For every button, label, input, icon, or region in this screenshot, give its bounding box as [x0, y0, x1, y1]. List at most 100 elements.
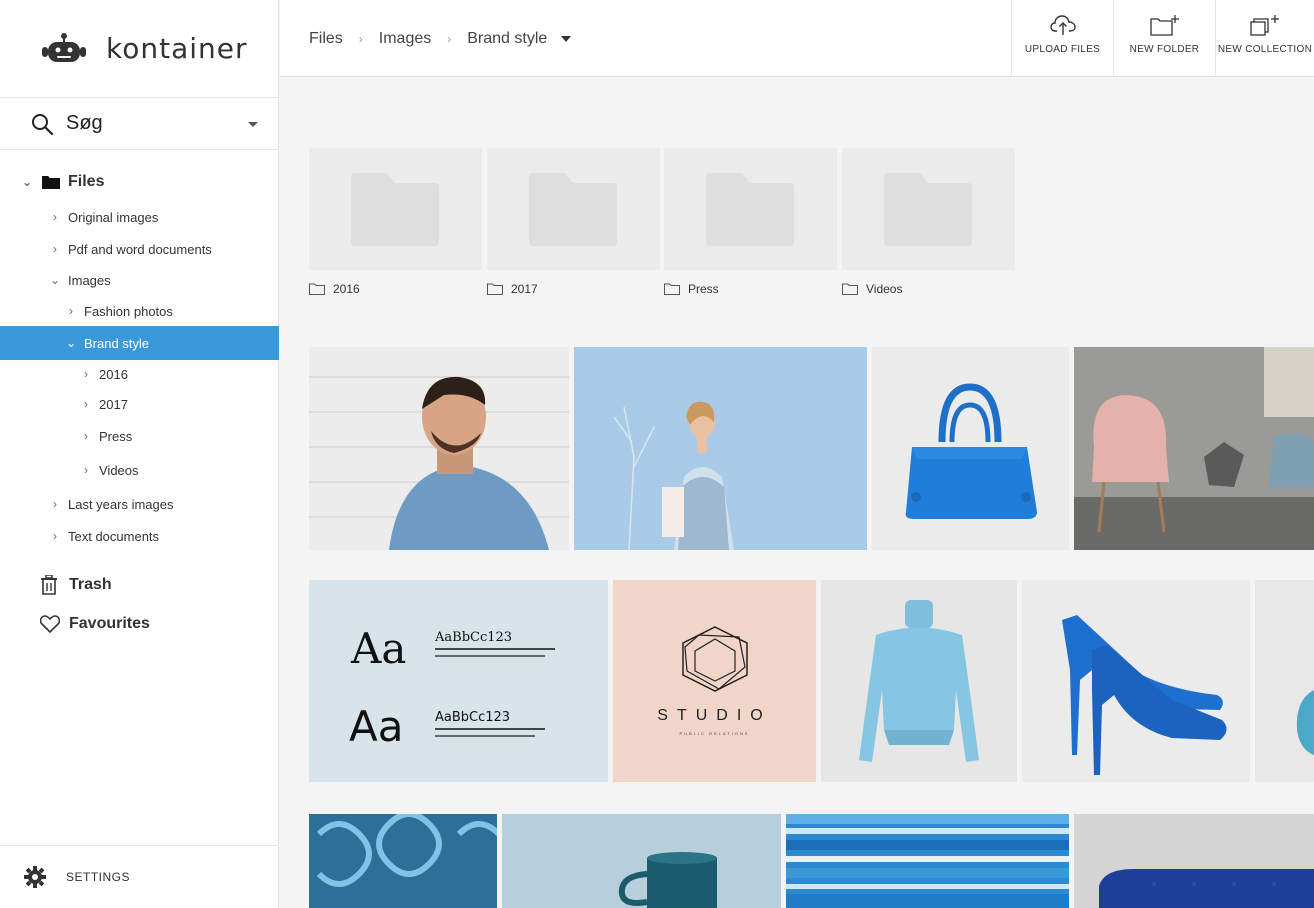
- folder-icon: [42, 176, 60, 189]
- caret-down-icon[interactable]: [248, 122, 258, 127]
- woman-photo: [574, 347, 867, 550]
- vase-photo: [1296, 690, 1314, 755]
- folder-label-press[interactable]: Press: [664, 282, 719, 296]
- sweater-photo: [859, 600, 979, 762]
- tree-item-label: Brand style: [84, 335, 150, 351]
- man-photo: [309, 376, 569, 550]
- tree-item-label: Fashion photos: [84, 303, 173, 319]
- folder-icon: [351, 173, 439, 246]
- tree-item-videos[interactable]: › Videos: [0, 453, 279, 487]
- image-woman-blue-wall[interactable]: [574, 347, 867, 550]
- tree-item-label: Press: [99, 428, 133, 444]
- image-blue-heels[interactable]: [1022, 580, 1250, 782]
- breadcrumb-files[interactable]: Files: [309, 30, 343, 48]
- typography-sample-sans: AaBbCc123: [435, 710, 511, 725]
- upload-files-label: UPLOAD FILES: [1024, 44, 1101, 55]
- image-man-smiling[interactable]: [309, 347, 569, 550]
- tree-item-2017[interactable]: › 2017: [0, 387, 279, 421]
- search-icon: [32, 113, 54, 135]
- tree-item-2016[interactable]: › 2016: [0, 357, 279, 391]
- image-blue-sweater[interactable]: [821, 580, 1017, 782]
- robot-logo-icon: [42, 32, 86, 62]
- studio-subtitle: PUBLIC RELATIONS: [679, 731, 750, 736]
- folder-label-videos[interactable]: Videos: [842, 282, 902, 296]
- typography-line: [435, 648, 555, 650]
- gear-icon: [24, 866, 46, 888]
- caret-down-icon[interactable]: [561, 36, 572, 42]
- typography-big-sans: Aa: [349, 702, 404, 751]
- tree-item-original-images[interactable]: › Original images: [0, 200, 279, 234]
- breadcrumb-brand-style[interactable]: Brand style: [467, 30, 547, 48]
- tree-item-label: Images: [68, 272, 111, 288]
- image-striped-fabric[interactable]: [786, 814, 1069, 908]
- folder-card-videos[interactable]: [842, 148, 1015, 270]
- folder-label-2017[interactable]: 2017: [487, 282, 538, 296]
- image-blue-handbag[interactable]: [872, 347, 1069, 550]
- favourites-link[interactable]: Favourites: [40, 615, 150, 633]
- image-blue-tiles[interactable]: [309, 814, 497, 908]
- chevron-right-icon[interactable]: ›: [50, 210, 60, 224]
- breadcrumb: Files › Images › Brand style: [309, 30, 572, 48]
- folder-plus-icon: [1149, 15, 1179, 36]
- new-collection-button[interactable]: NEW COLLECTION: [1215, 0, 1314, 76]
- trash-icon: [41, 575, 57, 595]
- chevron-right-icon: ›: [358, 32, 363, 46]
- trash-link[interactable]: Trash: [40, 575, 112, 595]
- image-studio-logo[interactable]: STUDIO PUBLIC RELATIONS: [613, 580, 816, 782]
- typography-line: [435, 735, 535, 737]
- image-blue-sofa[interactable]: [1074, 814, 1314, 908]
- tree-item-brand-style[interactable]: ⌄ Brand style: [0, 326, 279, 360]
- chevron-right-icon[interactable]: ›: [50, 497, 60, 511]
- studio-title: STUDIO: [657, 707, 772, 724]
- tree-root-files[interactable]: ⌄ Files: [0, 165, 279, 199]
- chevron-right-icon[interactable]: ›: [81, 397, 91, 411]
- image-mug[interactable]: [502, 814, 781, 908]
- folder-name: Videos: [866, 282, 903, 296]
- tree-item-fashion-photos[interactable]: › Fashion photos: [0, 294, 279, 328]
- chevron-right-icon: ›: [447, 32, 452, 46]
- new-collection-label: NEW COLLECTION: [1217, 44, 1313, 55]
- logo-text: kontainer: [106, 32, 248, 65]
- folder-name: 2016: [333, 282, 360, 296]
- chevron-right-icon[interactable]: ›: [66, 304, 76, 318]
- image-chairs[interactable]: [1074, 347, 1314, 550]
- folder-outline-icon: [487, 283, 503, 295]
- upload-files-button[interactable]: UPLOAD FILES: [1011, 0, 1113, 76]
- settings-button[interactable]: SETTINGS: [0, 845, 279, 908]
- tree-item-label: 2016: [99, 366, 128, 382]
- chevron-right-icon[interactable]: ›: [50, 529, 60, 543]
- new-folder-label: NEW FOLDER: [1129, 44, 1200, 55]
- chevron-right-icon[interactable]: ›: [50, 242, 60, 256]
- fabric-photo: [786, 814, 1069, 908]
- folder-card-2017[interactable]: [487, 148, 660, 270]
- handbag-photo: [905, 383, 1037, 519]
- sofa-photo: [1099, 869, 1314, 908]
- tree-item-press[interactable]: › Press: [0, 419, 279, 453]
- folder-name: Press: [688, 282, 719, 296]
- image-blue-vase[interactable]: [1255, 580, 1314, 782]
- chevron-right-icon[interactable]: ›: [81, 463, 91, 477]
- search-dropdown[interactable]: Søg: [0, 98, 278, 150]
- tree-item-last-years-images[interactable]: › Last years images: [0, 487, 279, 521]
- folder-icon: [884, 173, 972, 246]
- chevron-down-icon[interactable]: ⌄: [66, 336, 76, 350]
- tree-root-label: Files: [68, 173, 105, 190]
- chevron-right-icon[interactable]: ›: [81, 429, 91, 443]
- folder-label-2016[interactable]: 2016: [309, 282, 360, 296]
- tree-item-text-documents[interactable]: › Text documents: [0, 519, 279, 553]
- logo[interactable]: kontainer: [0, 0, 278, 98]
- folder-card-2016[interactable]: [309, 148, 482, 270]
- new-folder-button[interactable]: NEW FOLDER: [1113, 0, 1215, 76]
- folder-card-press[interactable]: [664, 148, 837, 270]
- breadcrumb-images[interactable]: Images: [379, 30, 431, 48]
- tree-item-images[interactable]: ⌄ Images: [0, 263, 279, 297]
- folder-name: 2017: [511, 282, 538, 296]
- image-typography[interactable]: Aa AaBbCc123 Aa AaBbCc123: [309, 580, 608, 782]
- chevron-right-icon[interactable]: ›: [81, 367, 91, 381]
- hexagon-logo-icon: [682, 626, 748, 692]
- tree-item-pdf-word[interactable]: › Pdf and word documents: [0, 232, 279, 266]
- chevron-down-icon[interactable]: ⌄: [22, 175, 32, 189]
- tree-item-label: Text documents: [68, 528, 160, 544]
- chevron-down-icon[interactable]: ⌄: [50, 273, 60, 287]
- typography-line: [435, 728, 545, 730]
